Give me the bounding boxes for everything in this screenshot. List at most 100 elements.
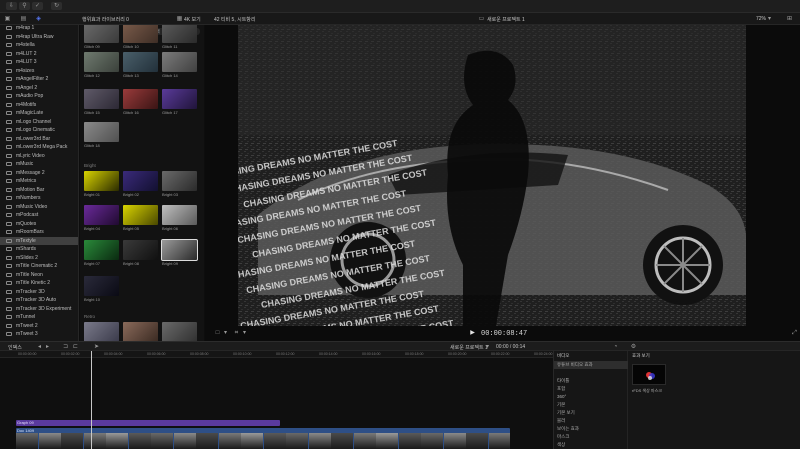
viewer-options-icon[interactable]: ⊞ <box>786 16 793 22</box>
index-button[interactable]: 인덱스 <box>8 344 22 351</box>
import-icon[interactable]: ⇩ <box>6 2 17 10</box>
sidebar-item[interactable]: mTitle Kinetic 2 <box>0 279 78 287</box>
libraries-icon[interactable]: ▣ <box>4 16 11 22</box>
sidebar-item[interactable]: mLyric Video <box>0 152 78 160</box>
sidebar-item[interactable]: m4Motifs <box>0 101 78 109</box>
grid-view-icon[interactable]: ▦ <box>176 16 183 22</box>
zoom-level[interactable]: 72% <box>756 16 766 22</box>
effect-thumbnail[interactable] <box>162 52 197 72</box>
sidebar-item[interactable]: mMessage 2 <box>0 169 78 177</box>
timeline[interactable]: Graph 09 Doc 1409 <box>0 358 553 449</box>
transform-icon[interactable]: □ <box>214 330 221 336</box>
sidebar-item[interactable]: mLogo Channel <box>0 118 78 126</box>
sidebar-item[interactable]: mAngel 2 <box>0 84 78 92</box>
effects-category-item[interactable]: 색상 <box>554 441 628 449</box>
effect-thumbnail[interactable] <box>161 239 198 261</box>
sidebar-item[interactable]: mMagicLate <box>0 109 78 117</box>
sidebar-item[interactable]: mTitle Cinematic 2 <box>0 262 78 270</box>
timeline-ruler[interactable]: 00:00:00:00 00:00:02:00 00:00:04:00 00:00:0… <box>0 351 553 358</box>
effect-thumbnail[interactable] <box>84 171 119 191</box>
insert-icon[interactable]: ⊏ <box>72 344 79 350</box>
back-icon[interactable]: ◂ <box>36 344 43 350</box>
sidebar-item[interactable]: m4sizes <box>0 67 78 75</box>
append-icon[interactable]: ⊐ <box>62 344 69 350</box>
titles-icon[interactable]: ◈ <box>35 16 42 22</box>
crop-icon[interactable]: ⌗ <box>233 330 240 336</box>
effect-thumbnail[interactable] <box>123 205 158 225</box>
effect-thumbnail[interactable] <box>84 205 119 225</box>
sidebar-item[interactable]: mTextyle <box>0 236 78 245</box>
effect-thumbnail[interactable] <box>84 276 119 296</box>
sidebar-item[interactable]: mTweet 3 <box>0 330 78 338</box>
sidebar-item[interactable]: mAngelFilter 2 <box>0 75 78 83</box>
forward-icon[interactable]: ▸ <box>44 344 51 350</box>
sidebar-item[interactable]: mTracker 3D Experiment <box>0 305 78 313</box>
sidebar-item[interactable]: mMotion Bar <box>0 186 78 194</box>
sidebar-item[interactable]: m4LUT 2 <box>0 50 78 58</box>
effects-category-item[interactable]: 마스크 <box>554 433 628 441</box>
effect-thumbnail[interactable] <box>84 89 119 109</box>
effect-thumbnail[interactable] <box>123 240 158 260</box>
sidebar-item[interactable]: mTracker 3D Auto <box>0 296 78 304</box>
audio-skimming-icon[interactable]: ◔ <box>612 344 619 350</box>
sidebar-item[interactable]: mAudio Pop <box>0 92 78 100</box>
viewer-frame[interactable]: CHASING DREAMS NO MATTER THE COST CHASING… <box>238 25 746 326</box>
effects-category-item[interactable]: 포함 <box>554 385 628 393</box>
background-tasks-icon[interactable]: ↻ <box>51 2 62 10</box>
effect-thumbnail[interactable] <box>123 171 158 191</box>
effect-thumbnail[interactable] <box>162 25 197 43</box>
effect-thumbnail[interactable] <box>162 89 197 109</box>
photos-icon[interactable]: ▤ <box>20 16 27 22</box>
sidebar-item[interactable]: mRoomBars <box>0 228 78 236</box>
effect-thumbnail[interactable] <box>162 205 197 225</box>
effect-thumbnail[interactable] <box>84 322 119 341</box>
sidebar-item[interactable]: mShards <box>0 245 78 253</box>
sidebar-item[interactable]: mNumbers <box>0 194 78 202</box>
effects-category-item[interactable]: 360° <box>554 393 628 401</box>
project-menu[interactable]: 새로운 프로젝트 1 <box>450 344 488 351</box>
sidebar-item[interactable]: mTunnel <box>0 313 78 321</box>
sidebar-item[interactable]: mTweet 2 <box>0 322 78 330</box>
title-clip[interactable]: Graph 09 <box>16 420 280 426</box>
sidebar-item[interactable]: m4LUT 3 <box>0 58 78 66</box>
sidebar-item[interactable]: mMusic Video <box>0 203 78 211</box>
sidebar-item[interactable]: mTracker 3D <box>0 288 78 296</box>
effects-category-item[interactable]: 블러 <box>554 417 628 425</box>
zoom-chevron-icon[interactable]: ▾ <box>766 16 773 22</box>
effects-category-item[interactable] <box>554 369 628 377</box>
sidebar-item[interactable]: m4rap 1 <box>0 25 78 32</box>
sidebar-item[interactable]: mPodcast <box>0 211 78 219</box>
project-chevron-icon[interactable]: ▾ <box>484 344 491 350</box>
effect-thumbnail[interactable] <box>123 322 158 341</box>
effect-thumbnail[interactable] <box>84 52 119 72</box>
effects-category-item[interactable]: 보이는 효과 <box>554 425 628 433</box>
playhead[interactable] <box>91 351 92 449</box>
select-tool-icon[interactable]: ➤ <box>93 344 100 350</box>
effect-thumbnail[interactable] <box>84 25 119 43</box>
effect-thumbnail[interactable] <box>123 25 158 43</box>
sidebar-item[interactable]: mQuotes <box>0 220 78 228</box>
effect-thumbnail[interactable] <box>162 322 197 341</box>
effects-category-item[interactable]: 유튜브 비디오 효과 <box>554 361 628 369</box>
sidebar-item[interactable]: m4rap Ultra Raw <box>0 33 78 41</box>
sidebar-item[interactable]: mLower3rd Bar <box>0 135 78 143</box>
effect-preview-thumb[interactable] <box>632 364 666 385</box>
sidebar-item[interactable]: mMusic <box>0 160 78 168</box>
crop-chevron-icon[interactable]: ▾ <box>241 330 248 336</box>
transform-chevron-icon[interactable]: ▾ <box>222 330 229 336</box>
effect-thumbnail[interactable] <box>123 52 158 72</box>
effects-category-item[interactable]: 타이틀 <box>554 377 628 385</box>
effect-thumbnail[interactable] <box>84 122 119 142</box>
sidebar-item[interactable]: m4stella <box>0 41 78 49</box>
check-icon[interactable]: ✓ <box>32 2 43 10</box>
effect-thumbnail[interactable] <box>162 171 197 191</box>
effects-category-item[interactable]: 기본 보기 <box>554 409 628 417</box>
effect-thumbnail[interactable] <box>84 240 119 260</box>
sidebar-item[interactable]: mSlides 2 <box>0 254 78 262</box>
play-icon[interactable]: ▶ <box>469 330 476 336</box>
fullscreen-icon[interactable]: ⤢ <box>791 330 798 336</box>
sidebar-item[interactable]: mLogo Cinematic <box>0 126 78 134</box>
sidebar-item[interactable]: mLower3rd Mega Pack <box>0 143 78 151</box>
keyword-icon[interactable]: ⚲ <box>19 2 30 10</box>
sidebar-item[interactable]: mTitle Neon <box>0 271 78 279</box>
